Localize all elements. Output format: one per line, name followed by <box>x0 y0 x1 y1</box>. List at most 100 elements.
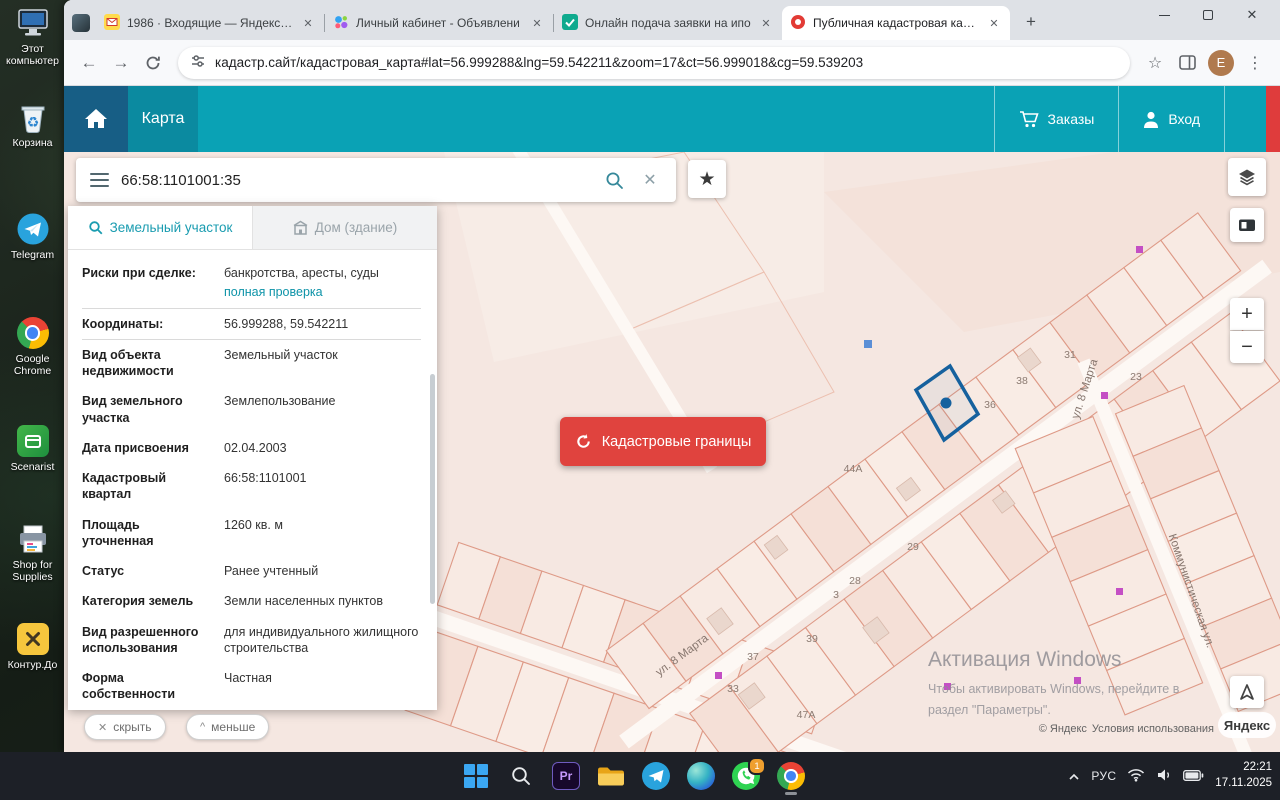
menu-icon[interactable] <box>90 173 109 187</box>
row-label: Вид земельного участка <box>82 393 214 426</box>
site-navbar: Карта Заказы Вход <box>64 86 1280 152</box>
row-label: Форма собственности <box>82 670 214 703</box>
map-nav-tab[interactable]: Карта <box>128 86 198 152</box>
full-check-link[interactable]: полная проверка <box>224 284 421 300</box>
browser-tab-mortgage[interactable]: Онлайн подача заявки на ипо ✕ <box>554 6 782 40</box>
browser-tab-mail[interactable]: 1986 · Входящие — Яндекс По ✕ <box>96 6 324 40</box>
terms-of-use-link[interactable]: Условия использования <box>1092 723 1214 735</box>
back-button[interactable]: ← <box>74 48 104 78</box>
row-label: Вид объекта недвижимости <box>82 347 214 380</box>
tab-close-icon[interactable]: ✕ <box>758 15 774 31</box>
screen: Этот компьютер ♻ Корзина Telegram Google… <box>0 0 1280 800</box>
person-icon <box>1143 111 1159 128</box>
hide-panel-button[interactable]: ✕ скрыть <box>84 714 166 740</box>
desktop-icon-chrome[interactable]: Google Chrome <box>1 316 64 377</box>
whatsapp-button[interactable]: 1 <box>730 760 762 792</box>
bookmark-star-icon[interactable]: ☆ <box>1140 48 1170 78</box>
volume-icon[interactable] <box>1156 768 1172 785</box>
new-tab-button[interactable]: + <box>1018 9 1044 35</box>
desktop-icon-kontur[interactable]: Контур.До <box>1 622 64 671</box>
clear-search-icon[interactable]: ✕ <box>638 168 662 192</box>
nav-spacer <box>1224 86 1266 152</box>
wifi-icon[interactable] <box>1127 768 1145 785</box>
cadastre-search-bar: ✕ <box>76 158 676 202</box>
browser-window: 1986 · Входящие — Яндекс По ✕ Личный каб… <box>64 0 1280 752</box>
yandex-mail-favicon <box>104 14 120 33</box>
tab-close-icon[interactable]: ✕ <box>986 15 1002 31</box>
search-icon <box>510 765 532 787</box>
tab-title: Личный кабинет - Объявлени <box>356 16 522 30</box>
zoom-in-button[interactable]: + <box>1230 298 1264 330</box>
panel-scrollbar[interactable] <box>430 374 435 604</box>
windows-logo-icon <box>464 764 488 788</box>
computer-icon <box>16 6 50 40</box>
locate-me-button[interactable] <box>1230 676 1264 708</box>
tab-close-icon[interactable]: ✕ <box>300 15 316 31</box>
desktop-icon-scenarist[interactable]: Scenarist <box>1 424 64 473</box>
tab-house-building[interactable]: Дом (здание) <box>252 206 437 249</box>
chrome-icon <box>16 316 50 350</box>
battery-icon[interactable] <box>1183 769 1204 784</box>
profile-avatar[interactable]: Е <box>1208 50 1234 76</box>
cadastral-boundaries-button[interactable]: Кадастровые границы <box>560 417 766 466</box>
login-button[interactable]: Вход <box>1118 86 1224 152</box>
telegram-button[interactable] <box>640 760 672 792</box>
start-button[interactable] <box>460 760 492 792</box>
side-panel-icon[interactable] <box>1172 48 1202 78</box>
orders-button[interactable]: Заказы <box>994 86 1119 152</box>
less-info-button[interactable]: ^ меньше <box>186 714 269 740</box>
maximize-button[interactable] <box>1186 0 1230 30</box>
edge-button[interactable] <box>685 760 717 792</box>
telegram-icon <box>16 212 50 246</box>
taskbar-clock[interactable]: 22:21 17.11.2025 <box>1215 760 1272 791</box>
desktop-icon-telegram[interactable]: Telegram <box>1 212 64 261</box>
language-indicator[interactable]: РУС <box>1091 769 1116 783</box>
svg-text:36: 36 <box>984 399 996 411</box>
address-bar[interactable]: кадастр.сайт/кадастровая_карта#lat=56.99… <box>178 47 1130 79</box>
reload-button[interactable] <box>138 48 168 78</box>
browser-tab-ads[interactable]: Личный кабинет - Объявлени ✕ <box>325 6 553 40</box>
tab-land-parcel[interactable]: Земельный участок <box>68 206 252 249</box>
home-button[interactable] <box>64 86 128 152</box>
window-icon[interactable] <box>72 14 90 32</box>
tools-icon <box>16 622 50 656</box>
printer-icon <box>16 522 50 556</box>
chrome-button[interactable] <box>775 760 807 792</box>
row-value: Земельный участок <box>224 347 421 380</box>
tray-chevron-icon[interactable] <box>1068 769 1080 784</box>
desktop-icon-this-pc[interactable]: Этот компьютер <box>1 6 64 67</box>
panorama-button[interactable] <box>1230 208 1264 242</box>
clock-date: 17.11.2025 <box>1215 776 1272 792</box>
premiere-button[interactable]: Pr <box>550 760 582 792</box>
browser-tab-cadastre-active[interactable]: Публичная кадастровая карта ✕ <box>782 6 1010 40</box>
desktop-icon-label: Контур.До <box>8 659 58 671</box>
row-label: Категория земель <box>82 593 214 609</box>
recycle-bin-icon: ♻ <box>16 100 50 134</box>
search-icon[interactable] <box>602 168 626 192</box>
tab-title: 1986 · Входящие — Яндекс По <box>127 16 293 30</box>
taskbar-search-button[interactable] <box>505 760 537 792</box>
classifieds-favicon <box>333 14 349 33</box>
desktop-icon-shop[interactable]: Shop for Supplies <box>1 522 64 583</box>
site-nav-right: Заказы Вход <box>994 86 1280 152</box>
map-area: 31 23 36 38 44А 29 28 3 39 37 47А 33 <box>64 152 1280 752</box>
close-button[interactable]: ✕ <box>1230 0 1274 30</box>
cadastre-favicon <box>790 14 806 33</box>
svg-text:28: 28 <box>849 575 861 587</box>
site-settings-icon[interactable] <box>190 53 206 72</box>
zoom-out-button[interactable]: − <box>1230 331 1264 363</box>
panel-row: Координаты: 56.999288, 59.542211 <box>82 309 421 340</box>
browser-menu-icon[interactable]: ⋮ <box>1240 48 1270 78</box>
panel-row: Вид объекта недвижимости Земельный участ… <box>82 340 421 387</box>
forward-button[interactable]: → <box>106 48 136 78</box>
favorites-star-button[interactable]: ★ <box>688 160 726 198</box>
layers-button[interactable] <box>1228 158 1266 196</box>
tab-title: Публичная кадастровая карта <box>813 16 979 30</box>
minimize-button[interactable] <box>1142 0 1186 30</box>
desktop-icon-recycle-bin[interactable]: ♻ Корзина <box>1 100 64 149</box>
tab-close-icon[interactable]: ✕ <box>529 15 545 31</box>
file-explorer-button[interactable] <box>595 760 627 792</box>
search-input[interactable] <box>121 172 590 189</box>
selected-parcel-dot <box>941 398 952 409</box>
svg-text:39: 39 <box>806 633 818 645</box>
